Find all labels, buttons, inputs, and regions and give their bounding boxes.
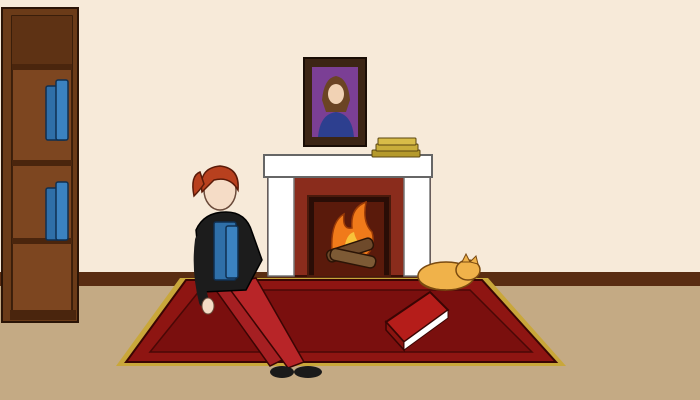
held-blue-book[interactable] bbox=[213, 221, 239, 281]
portrait-painting[interactable] bbox=[303, 57, 367, 147]
rug[interactable] bbox=[116, 278, 566, 366]
shelf-book-lower[interactable] bbox=[45, 181, 69, 241]
living-room-scene bbox=[0, 0, 700, 400]
mantel-book-stack[interactable] bbox=[371, 137, 421, 158]
shelf-book-upper[interactable] bbox=[45, 79, 69, 141]
bookshelf[interactable] bbox=[1, 7, 79, 323]
